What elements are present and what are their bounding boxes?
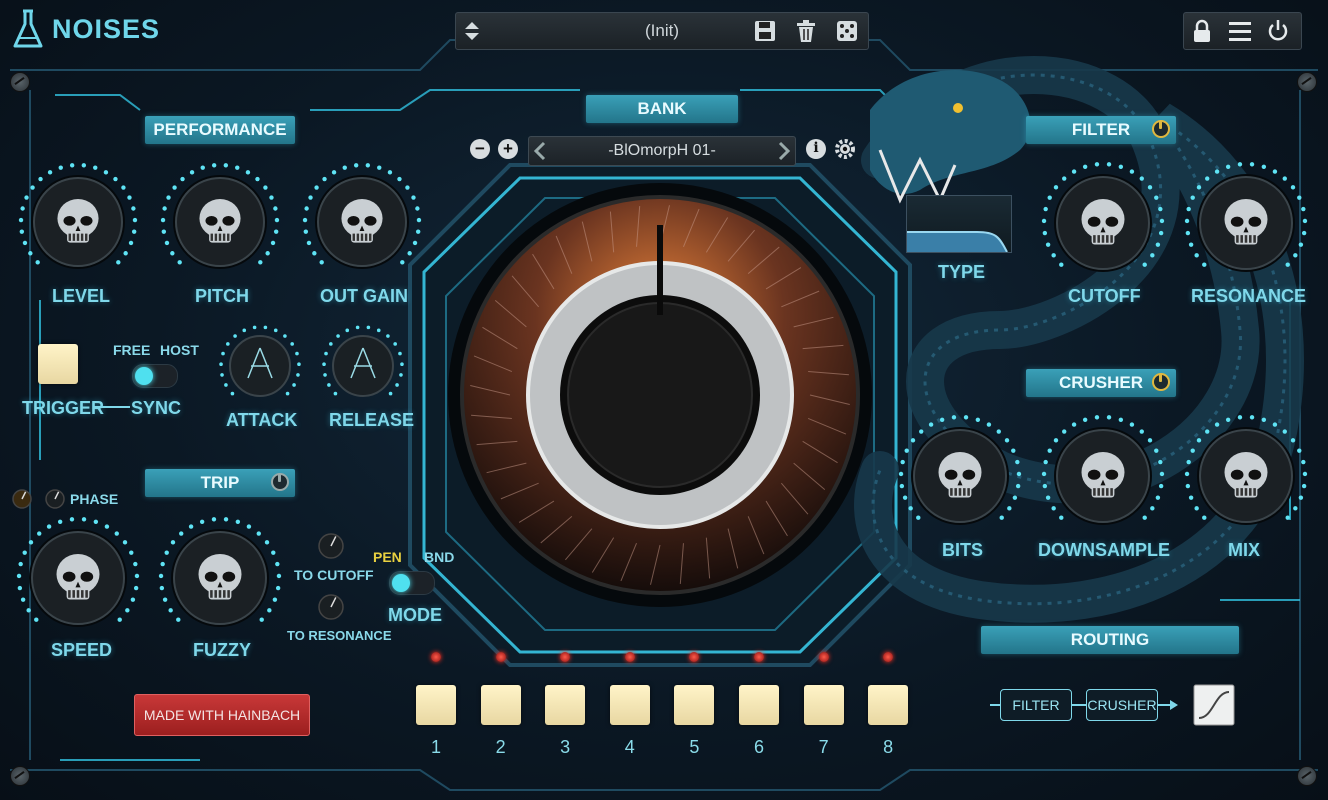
trip-header: TRIP xyxy=(145,469,295,497)
trip-power-icon[interactable] xyxy=(271,473,289,491)
filter-title: FILTER xyxy=(1071,120,1131,139)
bank-name: -BlOmorpH 01- xyxy=(608,142,716,159)
minus-icon[interactable]: − xyxy=(470,139,490,159)
link-line xyxy=(94,406,130,408)
cutoff-knob[interactable] xyxy=(1041,162,1165,272)
gear-icon[interactable] xyxy=(834,138,856,160)
step-pad-1[interactable] xyxy=(416,685,456,725)
step-pad-6[interactable] xyxy=(739,685,779,725)
step-pad-5[interactable] xyxy=(674,685,715,725)
to-resonance-label: TO RESONANCE xyxy=(287,628,392,643)
attack-label: ATTACK xyxy=(226,410,298,430)
phase-mod-knob[interactable] xyxy=(12,489,32,509)
bits-knob[interactable] xyxy=(898,415,1022,525)
step-led xyxy=(431,652,441,662)
attack-knob[interactable] xyxy=(219,325,301,397)
step-pad-4[interactable] xyxy=(609,685,650,725)
pitch-label: PITCH xyxy=(195,286,249,306)
sync-label: SYNC xyxy=(131,398,182,418)
routing-header: ROUTING xyxy=(981,626,1239,654)
step-led xyxy=(754,652,764,662)
cutoff-label: CUTOFF xyxy=(1068,286,1141,306)
mix-label: MIX xyxy=(1228,540,1261,560)
step-led xyxy=(495,652,506,662)
step-led xyxy=(624,652,635,662)
level-knob[interactable] xyxy=(18,163,138,269)
routing-filter-slot[interactable]: FILTER xyxy=(1000,689,1072,721)
level-label: LEVEL xyxy=(52,286,111,306)
phase-label: PHASE xyxy=(70,491,119,507)
speed-label: SPEED xyxy=(51,640,113,660)
step-pad-7[interactable] xyxy=(803,685,844,725)
host-label: HOST xyxy=(160,342,199,358)
step-pad-number: 4 xyxy=(624,737,635,757)
resonance-label: RESONANCE xyxy=(1191,286,1307,306)
crusher-title: CRUSHER xyxy=(1058,373,1144,392)
main-morph-knob[interactable] xyxy=(448,183,872,607)
to-cutoff-knob[interactable] xyxy=(318,533,344,559)
mode-label: MODE xyxy=(388,605,442,625)
trigger-label: TRIGGER xyxy=(22,398,105,418)
type-label: TYPE xyxy=(938,262,986,282)
lowpass-curve-icon xyxy=(907,231,1008,253)
release-knob[interactable] xyxy=(322,325,404,397)
bank-header: BANK xyxy=(586,95,738,123)
out-gain-label: OUT GAIN xyxy=(320,286,408,306)
step-pad-number: 1 xyxy=(430,737,441,757)
step-pad-number: 3 xyxy=(560,737,571,757)
release-label: RELEASE xyxy=(329,410,415,430)
filter-power-icon[interactable] xyxy=(1152,120,1170,138)
step-led xyxy=(818,652,829,662)
to-resonance-knob[interactable] xyxy=(318,594,344,620)
step-pad-number: 5 xyxy=(689,737,700,757)
mix-knob[interactable] xyxy=(1184,415,1308,525)
trigger-button[interactable] xyxy=(38,344,78,384)
bits-label: BITS xyxy=(942,540,984,560)
crusher-power-icon[interactable] xyxy=(1152,373,1170,391)
plus-icon[interactable]: + xyxy=(498,139,518,159)
free-label: FREE xyxy=(113,342,151,358)
step-pad-2[interactable] xyxy=(480,685,521,725)
bank-selector[interactable]: -BlOmorpH 01- xyxy=(528,136,796,166)
downsample-knob[interactable] xyxy=(1041,415,1165,525)
trip-title: TRIP xyxy=(200,473,240,492)
mode-toggle[interactable] xyxy=(389,571,435,595)
sync-toggle[interactable] xyxy=(132,364,178,388)
to-cutoff-label: TO CUTOFF xyxy=(294,567,374,583)
made-with-hainbach-button[interactable]: MADE WITH HAINBACH xyxy=(134,694,310,736)
routing-curve-icon[interactable] xyxy=(1193,684,1235,726)
routing-crusher-slot[interactable]: CRUSHER xyxy=(1086,689,1158,721)
fuzzy-label: FUZZY xyxy=(193,640,251,660)
out-gain-knob[interactable] xyxy=(302,163,422,269)
crusher-header: CRUSHER xyxy=(1026,369,1176,397)
resonance-knob[interactable] xyxy=(1184,162,1308,272)
fuzzy-knob[interactable] xyxy=(158,517,282,627)
step-pad-number: 2 xyxy=(495,737,506,757)
pen-label: PEN xyxy=(373,549,402,565)
pitch-knob[interactable] xyxy=(160,163,280,269)
filter-header: FILTER xyxy=(1026,116,1176,144)
filter-type-display[interactable] xyxy=(906,195,1012,253)
step-pad-3[interactable] xyxy=(545,685,586,725)
speed-knob[interactable] xyxy=(16,517,140,627)
step-pad-number: 6 xyxy=(753,737,764,757)
bnd-label: BND xyxy=(424,549,455,565)
step-pad-8[interactable] xyxy=(868,685,909,725)
step-pad-number: 7 xyxy=(818,737,829,757)
downsample-label: DOWNSAMPLE xyxy=(1038,540,1170,560)
phase-knob[interactable] xyxy=(45,489,65,509)
info-icon[interactable]: i xyxy=(806,139,826,159)
chevron-right-icon[interactable] xyxy=(777,141,791,161)
step-pad-number: 8 xyxy=(883,737,894,757)
